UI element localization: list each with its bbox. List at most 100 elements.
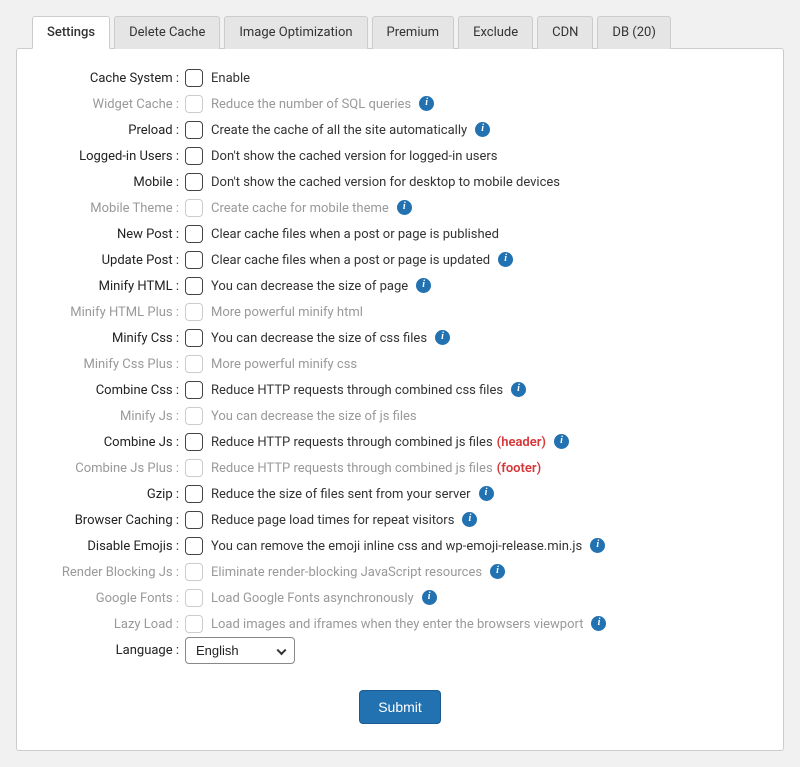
info-icon[interactable]: i <box>490 564 505 579</box>
setting-checkbox[interactable] <box>185 537 203 555</box>
setting-checkbox <box>185 199 203 217</box>
setting-description: Reduce the number of SQL queries <box>211 97 411 112</box>
setting-label: Browser Caching : <box>35 513 185 528</box>
setting-checkbox <box>185 355 203 373</box>
info-icon[interactable]: i <box>590 538 605 553</box>
setting-badge: (footer) <box>497 461 541 476</box>
setting-row: Lazy Load :Load images and iframes when … <box>35 613 765 635</box>
setting-checkbox[interactable] <box>185 329 203 347</box>
setting-label: Update Post : <box>35 253 185 268</box>
setting-description: You can remove the emoji inline css and … <box>211 539 582 554</box>
setting-label: Lazy Load : <box>35 617 185 632</box>
setting-row: Minify HTML Plus : More powerful minify h… <box>35 301 765 323</box>
setting-checkbox <box>185 563 203 581</box>
setting-label: New Post : <box>35 227 185 242</box>
language-row: Language : English <box>35 635 765 666</box>
setting-description: Enable <box>211 71 250 86</box>
setting-row: Update Post :Clear cache files when a po… <box>35 249 765 271</box>
setting-checkbox[interactable] <box>185 147 203 165</box>
setting-checkbox <box>185 589 203 607</box>
setting-description: Reduce page load times for repeat visito… <box>211 513 454 528</box>
info-icon[interactable]: i <box>479 486 494 501</box>
setting-checkbox[interactable] <box>185 381 203 399</box>
setting-label: Cache System : <box>35 71 185 86</box>
setting-checkbox[interactable] <box>185 173 203 191</box>
setting-label: Minify HTML : <box>35 279 185 294</box>
setting-label: Minify Js : <box>35 409 185 424</box>
setting-description: Reduce HTTP requests through combined js… <box>211 461 493 476</box>
info-icon[interactable]: i <box>498 252 513 267</box>
info-icon[interactable]: i <box>591 616 606 631</box>
setting-checkbox[interactable] <box>185 69 203 87</box>
setting-label: Google Fonts : <box>35 591 185 606</box>
info-icon[interactable]: i <box>419 96 434 111</box>
tab-settings[interactable]: Settings <box>32 16 110 49</box>
setting-description: Don't show the cached version for logged… <box>211 149 498 164</box>
setting-label: Preload : <box>35 123 185 138</box>
setting-description: Load Google Fonts asynchronously <box>211 591 414 606</box>
tab-delete[interactable]: Delete Cache <box>114 16 220 49</box>
setting-label: Minify Css Plus : <box>35 357 185 372</box>
setting-description: Create cache for mobile theme <box>211 201 389 216</box>
setting-label: Combine Js Plus : <box>35 461 185 476</box>
info-icon[interactable]: i <box>435 330 450 345</box>
setting-row: Minify HTML : You can decrease the size o… <box>35 275 765 297</box>
setting-checkbox <box>185 615 203 633</box>
setting-checkbox[interactable] <box>185 511 203 529</box>
setting-description: Clear cache files when a post or page is… <box>211 227 499 242</box>
setting-checkbox[interactable] <box>185 485 203 503</box>
setting-description: More powerful minify html <box>211 305 363 320</box>
setting-label: Combine Js : <box>35 435 185 450</box>
info-icon[interactable]: i <box>416 278 431 293</box>
setting-checkbox[interactable] <box>185 433 203 451</box>
setting-row: Gzip : Reduce the size of files sent from… <box>35 483 765 505</box>
setting-label: Minify HTML Plus : <box>35 305 185 320</box>
tab-cdn[interactable]: CDN <box>537 16 593 49</box>
setting-description: Reduce the size of files sent from your … <box>211 487 471 502</box>
setting-description: You can decrease the size of page <box>211 279 408 294</box>
setting-row: New Post : Clear cache files when a post … <box>35 223 765 245</box>
setting-row: Minify Css Plus : More powerful minify cs… <box>35 353 765 375</box>
setting-description: Eliminate render-blocking JavaScript res… <box>211 565 482 580</box>
submit-row: Submit <box>35 690 765 724</box>
setting-checkbox[interactable] <box>185 121 203 139</box>
setting-description: You can decrease the size of css files <box>211 331 427 346</box>
info-icon[interactable]: i <box>554 434 569 449</box>
setting-description: Reduce HTTP requests through combined js… <box>211 435 493 450</box>
language-label: Language : <box>35 643 185 658</box>
setting-description: More powerful minify css <box>211 357 357 372</box>
info-icon[interactable]: i <box>422 590 437 605</box>
setting-checkbox[interactable] <box>185 225 203 243</box>
tab-premium[interactable]: Premium <box>372 16 455 49</box>
tab-exclude[interactable]: Exclude <box>458 16 533 49</box>
setting-checkbox <box>185 303 203 321</box>
setting-label: Combine Css : <box>35 383 185 398</box>
setting-row: Logged-in Users : Don't show the cached v… <box>35 145 765 167</box>
setting-checkbox <box>185 95 203 113</box>
setting-description: You can decrease the size of js files <box>211 409 417 424</box>
setting-row: Google Fonts : Load Google Fonts asynchro… <box>35 587 765 609</box>
setting-label: Logged-in Users : <box>35 149 185 164</box>
setting-row: Disable Emojis :You can remove the emoji… <box>35 535 765 557</box>
submit-button[interactable]: Submit <box>359 690 441 724</box>
setting-row: Mobile :Don't show the cached version fo… <box>35 171 765 193</box>
setting-description: Create the cache of all the site automat… <box>211 123 467 138</box>
setting-row: Combine Js Plus : Reduce HTTP requests th… <box>35 457 765 479</box>
setting-checkbox[interactable] <box>185 277 203 295</box>
info-icon[interactable]: i <box>475 122 490 137</box>
setting-checkbox[interactable] <box>185 251 203 269</box>
tab-db[interactable]: DB (20) <box>597 16 670 49</box>
info-icon[interactable]: i <box>462 512 477 527</box>
info-icon[interactable]: i <box>397 200 412 215</box>
setting-description: Don't show the cached version for deskto… <box>211 175 560 190</box>
setting-row: Mobile Theme :Create cache for mobile th… <box>35 197 765 219</box>
setting-row: Combine Css :Reduce HTTP requests throug… <box>35 379 765 401</box>
language-select-wrap: English <box>185 637 295 664</box>
setting-checkbox <box>185 459 203 477</box>
tabs-bar: SettingsDelete CacheImage OptimizationPr… <box>16 16 784 49</box>
tab-imgopt[interactable]: Image Optimization <box>224 16 367 49</box>
info-icon[interactable]: i <box>511 382 526 397</box>
setting-label: Gzip : <box>35 487 185 502</box>
setting-label: Minify Css : <box>35 331 185 346</box>
language-select[interactable]: English <box>185 637 295 664</box>
